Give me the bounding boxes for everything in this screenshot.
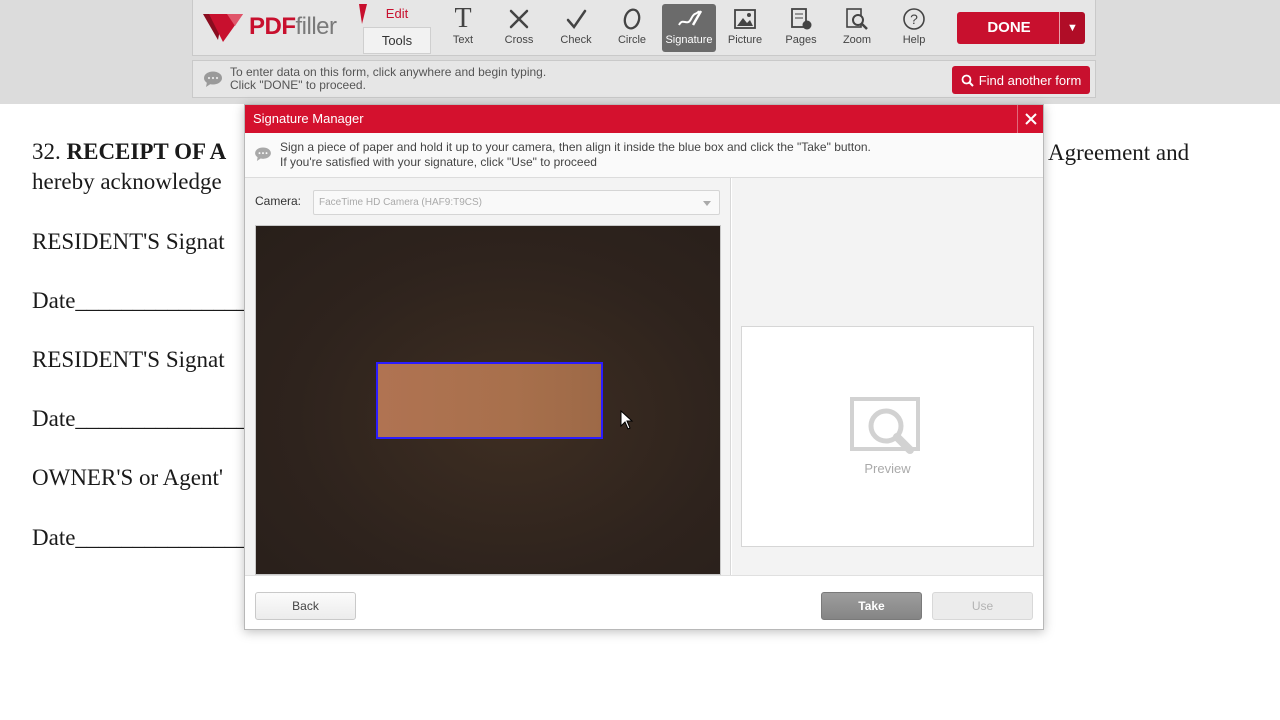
camera-pane: Camera: FaceTime HD Camera (HAF9:T9CS)	[245, 178, 731, 575]
tool-label: Cross	[504, 34, 534, 46]
find-another-form-button[interactable]: Find another form	[952, 66, 1090, 94]
cross-icon	[492, 4, 546, 34]
instructions-text: Sign a piece of paper and hold it up to …	[280, 140, 871, 170]
text-tool-button[interactable]: T Text	[436, 3, 490, 52]
zoom-tool-button[interactable]: Zoom	[830, 4, 884, 52]
hint-line-2: Click "DONE" to proceed.	[230, 78, 366, 92]
document-line: Date_______________	[32, 525, 248, 550]
signature-icon	[662, 4, 716, 34]
speech-bubble-icon	[255, 147, 271, 161]
pdffiller-logo[interactable]: PDFfiller	[201, 6, 357, 48]
logo-pdf: PDF	[249, 13, 296, 40]
hint-text: To enter data on this form, click anywhe…	[230, 66, 546, 92]
tool-label: Help	[902, 34, 926, 46]
cross-tool-button[interactable]: Cross	[492, 4, 546, 52]
preview-label: Preview	[864, 461, 911, 476]
dialog-footer: Back Take Use	[245, 575, 1043, 629]
tool-label: Pages	[785, 34, 817, 46]
check-tool-button[interactable]: Check	[549, 4, 603, 52]
camera-label: Camera:	[255, 194, 302, 208]
take-button[interactable]: Take	[821, 592, 922, 620]
document-line: Date_______________	[32, 406, 248, 431]
use-button[interactable]: Use	[932, 592, 1033, 620]
instructions-panel: Sign a piece of paper and hold it up to …	[245, 133, 1043, 178]
text-icon: T	[454, 3, 472, 34]
circle-icon	[605, 4, 659, 34]
logo-filler: filler	[295, 13, 338, 40]
help-tool-button[interactable]: ? Help	[887, 4, 941, 52]
close-button[interactable]	[1017, 105, 1043, 133]
doc-bold-text: RECEIPT OF A	[66, 139, 227, 164]
help-icon: ?	[887, 4, 941, 34]
close-icon	[1024, 113, 1037, 125]
pages-tool-button[interactable]: Pages	[774, 4, 828, 52]
camera-select[interactable]: FaceTime HD Camera (HAF9:T9CS)	[313, 190, 720, 215]
zoom-icon	[830, 4, 884, 34]
search-icon	[961, 74, 974, 87]
signature-tool-button[interactable]: Signature	[662, 4, 716, 52]
document-line: RESIDENT'S Signat	[32, 229, 225, 254]
tab-tools[interactable]: Tools	[363, 27, 431, 54]
caret-down-icon: ▼	[1067, 22, 1078, 34]
doc-text: 32.	[32, 139, 67, 164]
signature-alignment-box	[376, 362, 603, 439]
document-line: Date_______________	[32, 288, 248, 313]
tool-label: Picture	[727, 34, 763, 46]
signature-preview-box: Preview	[741, 326, 1034, 547]
preview-pane: Preview	[732, 178, 1043, 575]
logo-wordmark: PDFfiller	[249, 13, 337, 41]
main-toolbar: PDFfiller Edit Tools T Text Cross Check …	[192, 0, 1096, 56]
check-icon	[549, 4, 603, 34]
tool-label: Signature	[665, 34, 713, 46]
document-line-right: Agreement and	[1048, 140, 1190, 165]
pages-icon	[774, 4, 828, 34]
pdffiller-logo-icon	[201, 10, 245, 44]
chevron-down-icon	[703, 201, 711, 206]
speech-bubble-icon	[204, 71, 222, 87]
document-line: RESIDENT'S Signat	[32, 347, 225, 372]
dialog-header: Signature Manager	[245, 105, 1043, 133]
svg-text:?: ?	[910, 11, 918, 27]
tool-label: Check	[560, 34, 592, 46]
tool-label: Zoom	[842, 34, 872, 46]
camera-video-feed	[255, 225, 721, 575]
document-line: hereby acknowledge	[32, 169, 222, 194]
camera-select-value: FaceTime HD Camera (HAF9:T9CS)	[319, 197, 482, 208]
signature-manager-dialog: Signature Manager Sign a piece of paper …	[244, 104, 1044, 630]
document-line-receipt: 32. RECEIPT OF A	[32, 139, 226, 165]
find-form-label: Find another form	[978, 72, 1082, 88]
hint-bar: To enter data on this form, click anywhe…	[192, 60, 1096, 98]
tab-edit[interactable]: Edit	[363, 2, 431, 26]
back-button[interactable]: Back	[255, 592, 356, 620]
circle-tool-button[interactable]: Circle	[605, 4, 659, 52]
instruction-line-1: Sign a piece of paper and hold it up to …	[280, 140, 871, 154]
picture-tool-button[interactable]: Picture	[718, 4, 772, 52]
tool-label: Text	[452, 34, 474, 46]
mouse-cursor-icon	[620, 410, 634, 430]
instruction-line-2: If you're satisfied with your signature,…	[280, 155, 597, 169]
preview-magnifier-icon	[850, 397, 920, 454]
done-button[interactable]: DONE	[957, 12, 1061, 44]
tool-label: Circle	[617, 34, 647, 46]
done-dropdown-button[interactable]: ▼	[1059, 12, 1085, 44]
dialog-title: Signature Manager	[253, 111, 364, 126]
document-line: OWNER'S or Agent'	[32, 465, 223, 490]
picture-icon	[718, 4, 772, 34]
